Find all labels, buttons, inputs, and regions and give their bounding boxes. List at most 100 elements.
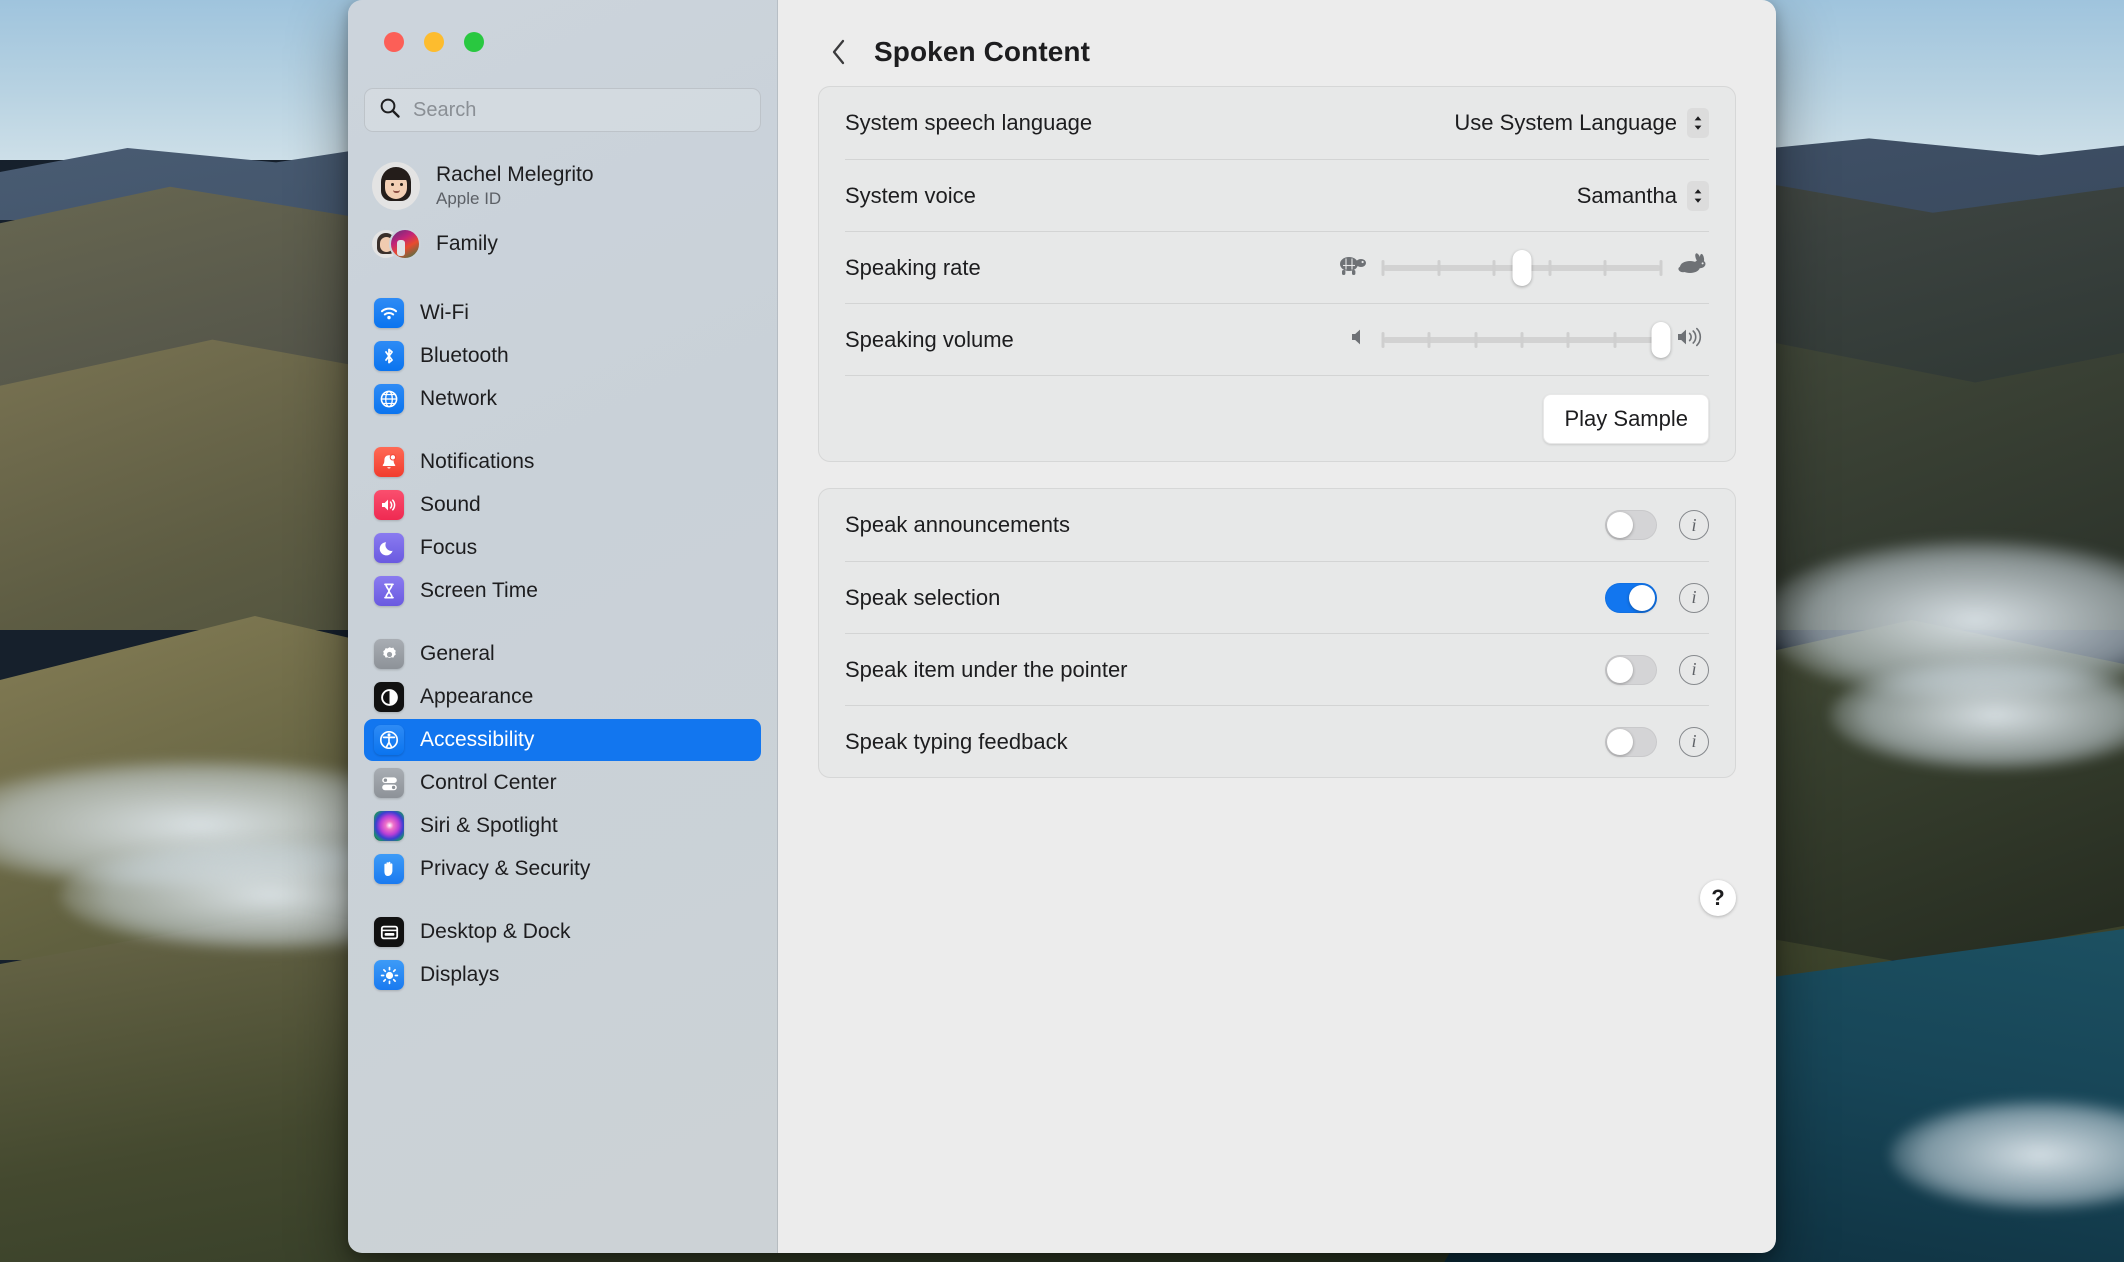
wifi-icon [374, 298, 404, 328]
play-sample-button[interactable]: Play Sample [1543, 394, 1709, 444]
close-button[interactable] [384, 32, 404, 52]
desktop-icon [374, 917, 404, 947]
sidebar-item-label: Screen Time [420, 579, 538, 603]
back-button[interactable] [826, 37, 852, 67]
sidebar-item-label: Bluetooth [420, 344, 509, 368]
turtle-icon [1335, 252, 1369, 283]
minimize-button[interactable] [424, 32, 444, 52]
speaking-volume-slider[interactable] [1383, 326, 1661, 354]
row-speak-typing-feedback: Speak typing feedback i [845, 705, 1709, 777]
sidebar-item-appearance[interactable]: Appearance [364, 676, 761, 718]
sidebar-item-screen-time[interactable]: Screen Time [364, 570, 761, 612]
search-icon [379, 97, 401, 124]
row-speak-item-under-pointer: Speak item under the pointer i [845, 633, 1709, 705]
popup-value: Samantha [1577, 183, 1677, 209]
sidebar-item-label: Notifications [420, 450, 534, 474]
sidebar-item-wifi[interactable]: Wi-Fi [364, 292, 761, 334]
row-label: System voice [845, 183, 976, 209]
hand-icon [374, 854, 404, 884]
speech-toggles-card: Speak announcements i Speak selection i … [818, 488, 1736, 778]
rabbit-icon [1675, 252, 1709, 283]
chevron-updown-icon [1687, 108, 1709, 138]
row-label: Speaking volume [845, 327, 1014, 353]
slider-knob[interactable] [1652, 322, 1671, 358]
bell-icon [374, 447, 404, 477]
row-label: Speak item under the pointer [845, 657, 1128, 683]
sidebar-item-general[interactable]: General [364, 633, 761, 675]
sidebar-divider [364, 421, 761, 441]
moon-icon [374, 533, 404, 563]
speak-selection-toggle[interactable] [1605, 583, 1657, 613]
row-label: System speech language [845, 110, 1092, 136]
help-button[interactable]: ? [1700, 880, 1736, 916]
sidebar-item-bluetooth[interactable]: Bluetooth [364, 335, 761, 377]
sliders-icon [374, 768, 404, 798]
info-icon[interactable]: i [1679, 727, 1709, 757]
row-label: Speak announcements [845, 512, 1070, 538]
slider-knob[interactable] [1513, 250, 1532, 286]
sidebar-divider [364, 891, 761, 911]
sidebar-item-notifications[interactable]: Notifications [364, 441, 761, 483]
page-title: Spoken Content [874, 36, 1090, 68]
info-icon[interactable]: i [1679, 655, 1709, 685]
sidebar-item-label: Sound [420, 493, 481, 517]
system-settings-window: Search Rachel Melegrito Apple ID Family [348, 0, 1776, 1253]
speaker-icon [374, 490, 404, 520]
sidebar-divider [364, 613, 761, 633]
sidebar-item-privacy-security[interactable]: Privacy & Security [364, 848, 761, 890]
speaking-rate-slider[interactable] [1383, 254, 1661, 282]
content-header: Spoken Content [818, 0, 1736, 86]
sidebar-item-focus[interactable]: Focus [364, 527, 761, 569]
speaking-volume-control [1347, 325, 1709, 354]
sidebar-item-label: Desktop & Dock [420, 920, 571, 944]
row-system-speech-language: System speech language Use System Langua… [845, 87, 1709, 159]
sidebar-item-label: Accessibility [420, 728, 534, 752]
apple-id-text: Rachel Melegrito Apple ID [436, 162, 594, 210]
speak-item-under-pointer-toggle[interactable] [1605, 655, 1657, 685]
apple-id-row[interactable]: Rachel Melegrito Apple ID [364, 154, 761, 218]
contrast-icon [374, 682, 404, 712]
speaker-high-icon [1675, 325, 1709, 354]
sidebar-item-displays[interactable]: Displays [364, 954, 761, 996]
siri-icon [374, 811, 404, 841]
sidebar-item-sound[interactable]: Sound [364, 484, 761, 526]
sidebar-item-network[interactable]: Network [364, 378, 761, 420]
info-icon[interactable]: i [1679, 510, 1709, 540]
avatar [372, 162, 420, 210]
row-label: Speaking rate [845, 255, 981, 281]
system-speech-language-popup[interactable]: Use System Language [1454, 108, 1709, 138]
info-icon[interactable]: i [1679, 583, 1709, 613]
sidebar-item-family[interactable]: Family [364, 218, 761, 270]
sidebar-item-siri-spotlight[interactable]: Siri & Spotlight [364, 805, 761, 847]
network-icon [374, 384, 404, 414]
maximize-button[interactable] [464, 32, 484, 52]
search-field[interactable]: Search [364, 88, 761, 132]
sidebar-item-label: Wi-Fi [420, 301, 469, 325]
hourglass-icon [374, 576, 404, 606]
sidebar-item-label: Focus [420, 536, 477, 560]
chevron-updown-icon [1687, 181, 1709, 211]
row-system-voice: System voice Samantha [845, 159, 1709, 231]
sidebar-item-label: Control Center [420, 771, 557, 795]
sidebar-item-label: Appearance [420, 685, 533, 709]
sidebar-item-accessibility[interactable]: Accessibility [364, 719, 761, 761]
speak-announcements-toggle[interactable] [1605, 510, 1657, 540]
window-controls [364, 0, 761, 52]
brightness-icon [374, 960, 404, 990]
content-pane: Spoken Content System speech language Us… [778, 0, 1776, 1253]
gear-icon [374, 639, 404, 669]
popup-value: Use System Language [1454, 110, 1677, 136]
sidebar-nav: Wi-Fi Bluetooth Network Notific [364, 292, 761, 996]
sidebar-item-desktop-dock[interactable]: Desktop & Dock [364, 911, 761, 953]
speaking-rate-control [1335, 252, 1709, 283]
bluetooth-icon [374, 341, 404, 371]
speaker-low-icon [1347, 325, 1369, 354]
sidebar-item-control-center[interactable]: Control Center [364, 762, 761, 804]
row-label: Speak typing feedback [845, 729, 1068, 755]
row-play-sample: Play Sample [845, 375, 1709, 461]
sidebar-item-label: Displays [420, 963, 499, 987]
sidebar-item-label: Network [420, 387, 497, 411]
sidebar-item-label: Family [436, 232, 498, 256]
speak-typing-feedback-toggle[interactable] [1605, 727, 1657, 757]
system-voice-popup[interactable]: Samantha [1577, 181, 1709, 211]
